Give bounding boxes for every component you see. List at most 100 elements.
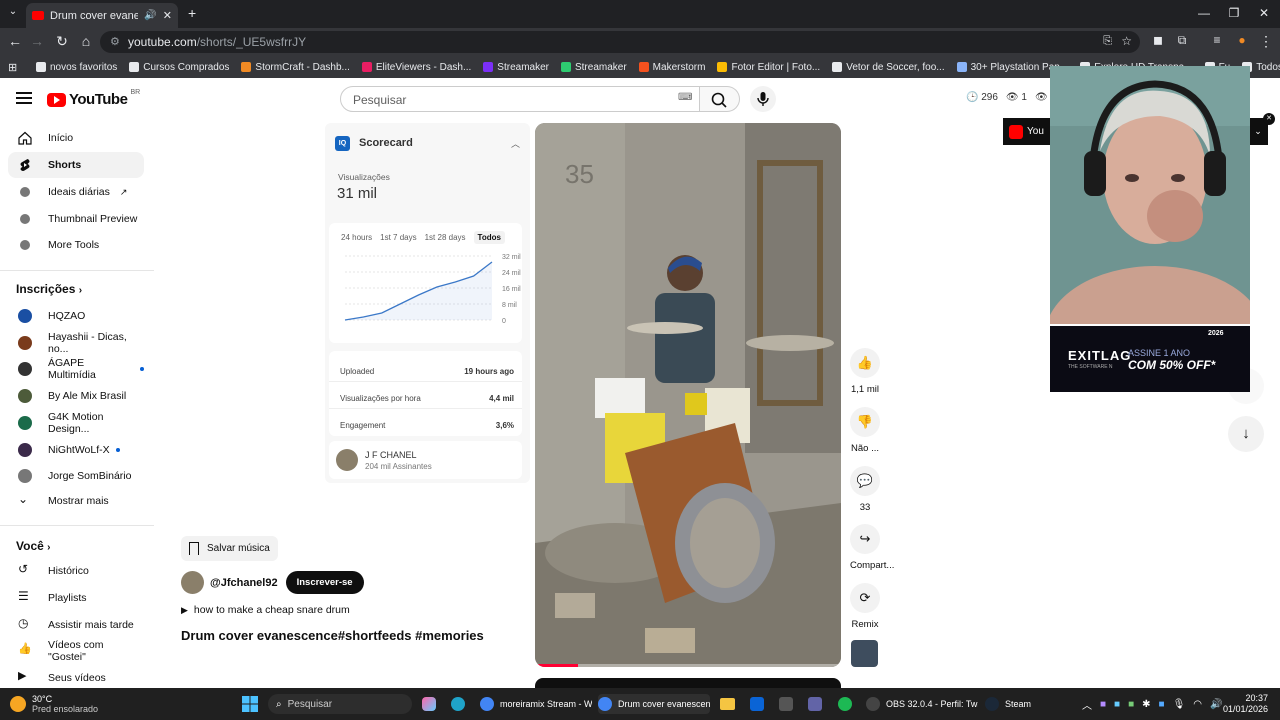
collapse-icon[interactable]: ︿: [511, 137, 520, 150]
sidebar-item-your-videos[interactable]: ▶ Seus vídeos: [8, 665, 144, 688]
site-info-icon[interactable]: ⚙: [110, 35, 120, 48]
tab-close-icon[interactable]: ✕: [163, 9, 172, 22]
sidebar-item-home[interactable]: Início: [8, 125, 144, 151]
bookmark-item[interactable]: Fotor Editor | Foto...: [717, 62, 820, 73]
browser-menu-icon[interactable]: ⋮: [1254, 33, 1278, 50]
weather-widget[interactable]: 30°C Pred ensolarado: [10, 694, 98, 714]
channel-avatar[interactable]: [181, 571, 204, 594]
sidebar-item-playlists[interactable]: ☰ Playlists: [8, 585, 144, 611]
home-icon[interactable]: ⌂: [74, 33, 98, 49]
range-tab[interactable]: 1st 28 days: [425, 233, 466, 244]
video-progress-track[interactable]: [535, 664, 841, 667]
browser-tab[interactable]: Drum cover evanescence#s 🔊 ✕: [26, 3, 178, 28]
extensions-puzzle-icon[interactable]: ⧉: [1170, 33, 1194, 48]
subscription-item[interactable]: Hayashii - Dicas, no...: [8, 330, 144, 356]
edge-icon[interactable]: [451, 694, 465, 714]
bookmark-item[interactable]: StormCraft - Dashb...: [241, 62, 350, 73]
save-music-button[interactable]: Salvar música: [181, 536, 278, 561]
extension-icon[interactable]: ◼: [1146, 33, 1170, 47]
teams-icon[interactable]: [808, 694, 822, 714]
tray-app-icon[interactable]: ■: [1128, 699, 1134, 710]
like-button[interactable]: 👍 1,1 mil: [850, 348, 880, 395]
back-icon[interactable]: ←: [3, 33, 27, 49]
sidebar-item-liked[interactable]: 👍 Vídeos com "Gostei": [8, 638, 144, 664]
sidebar-item-shorts[interactable]: Shorts: [8, 152, 144, 178]
file-explorer-icon[interactable]: [720, 694, 735, 714]
profile-avatar[interactable]: ●: [1230, 33, 1254, 47]
tab-audio-icon[interactable]: 🔊: [144, 10, 156, 21]
taskbar-app[interactable]: Steam: [985, 694, 1035, 714]
keyboard-icon[interactable]: ⌨: [678, 92, 692, 103]
subscription-item[interactable]: NiGhtWoLf-X: [8, 437, 144, 463]
sidebar-item-ideas[interactable]: Ideais diárias ↗: [8, 179, 144, 205]
media-control-icon[interactable]: ≡: [1205, 33, 1229, 47]
subscription-item[interactable]: HQZAO: [8, 303, 144, 329]
range-tab[interactable]: Todos: [473, 231, 505, 244]
subscribe-button[interactable]: Inscrever-se: [285, 571, 364, 594]
sidebar-item-history[interactable]: ↺ Histórico: [8, 558, 144, 584]
shorts-video-player[interactable]: 35: [535, 123, 841, 667]
tray-overflow-icon[interactable]: ︿: [1082, 694, 1092, 714]
subscriptions-heading[interactable]: Inscrições ›: [16, 282, 82, 296]
share-button[interactable]: ↪ Compart...: [850, 524, 894, 571]
install-app-icon[interactable]: ⎘: [1103, 35, 1112, 48]
youtube-logo[interactable]: YouTube BR: [47, 89, 140, 108]
range-tab[interactable]: 24 hours: [341, 233, 372, 244]
wifi-icon[interactable]: ◠: [1193, 699, 1202, 710]
dislike-button[interactable]: 👎 Não ...: [850, 407, 880, 454]
subscription-item[interactable]: ÁGAPE Multimídia: [8, 356, 144, 382]
bookmark-star-icon[interactable]: ☆: [1121, 34, 1132, 48]
minimize-icon[interactable]: —: [1194, 6, 1214, 20]
channel-handle[interactable]: @Jfchanel92: [210, 577, 278, 589]
taskbar-search[interactable]: ⌕ Pesquisar: [268, 694, 412, 714]
subscription-item[interactable]: Jorge SomBinário: [8, 463, 144, 489]
start-button[interactable]: [242, 694, 258, 714]
tray-app-icon[interactable]: ■: [1159, 699, 1165, 710]
tray-app-icon[interactable]: ■: [1114, 699, 1120, 710]
restore-icon[interactable]: ❐: [1224, 6, 1244, 20]
taskbar-app[interactable]: OBS 32.0.4 - Perfil: Twitc: [866, 694, 978, 714]
bookmark-item[interactable]: Vetor de Soccer, foo...: [832, 62, 945, 73]
search-input[interactable]: Pesquisar: [340, 86, 700, 112]
spotify-icon[interactable]: [838, 694, 852, 714]
overlay-close-icon[interactable]: ✕: [1263, 113, 1275, 125]
overlay-chip[interactable]: You: [1003, 118, 1051, 145]
address-bar[interactable]: ⚙ youtube.com/shorts/_UE5wsfrrJY ⎘ ☆: [100, 31, 1140, 53]
copilot-icon[interactable]: [422, 694, 436, 714]
taskbar-app[interactable]: Drum cover evanescenc: [598, 694, 710, 714]
microphone-icon[interactable]: 🎙: [1173, 699, 1186, 710]
sound-avatar[interactable]: [851, 640, 878, 667]
store-icon[interactable]: [779, 694, 793, 714]
subscription-item[interactable]: By Ale Mix Brasil: [8, 383, 144, 409]
bug-icon[interactable]: ✱: [1142, 699, 1150, 710]
bookmark-item[interactable]: Streamaker: [483, 62, 549, 73]
forward-icon[interactable]: →: [25, 33, 49, 49]
sidebar-item-watch-later[interactable]: ◷ Assistir mais tarde: [8, 612, 144, 638]
tab-search-icon[interactable]: ⌄: [6, 6, 20, 20]
bookmark-item[interactable]: novos favoritos: [36, 62, 117, 73]
you-heading[interactable]: Você ›: [16, 539, 50, 553]
close-window-icon[interactable]: ✕: [1254, 6, 1274, 20]
bookmark-item[interactable]: Makerstorm: [638, 62, 705, 73]
range-tab[interactable]: 1st 7 days: [380, 233, 416, 244]
menu-icon[interactable]: [16, 92, 32, 104]
remix-button[interactable]: ⟳ Remix: [850, 583, 880, 630]
related-video-link[interactable]: how to make a cheap snare drum: [194, 604, 350, 616]
clock[interactable]: 20:37 01/01/2026: [1210, 693, 1268, 715]
outlook-icon[interactable]: [750, 694, 764, 714]
taskbar-app[interactable]: moreiramix Stream - Wa: [480, 694, 592, 714]
next-short-button[interactable]: ↓: [1228, 416, 1264, 452]
search-button[interactable]: [700, 86, 740, 112]
reload-icon[interactable]: ↻: [50, 33, 74, 50]
apps-grid-icon[interactable]: ⊞: [8, 61, 17, 74]
bookmark-item[interactable]: Streamaker: [560, 62, 627, 73]
voice-search-button[interactable]: [750, 86, 776, 112]
new-tab-button[interactable]: +: [188, 5, 196, 21]
bookmark-item[interactable]: EliteViewers - Dash...: [361, 62, 471, 73]
sidebar-item-thumbnail-preview[interactable]: Thumbnail Preview: [8, 206, 144, 232]
bookmark-item[interactable]: Cursos Comprados: [129, 62, 229, 73]
subscription-item[interactable]: G4K Motion Design...: [8, 410, 144, 436]
comment-button[interactable]: 💬 33: [850, 466, 880, 513]
tray-app-icon[interactable]: ■: [1100, 699, 1106, 710]
show-more-button[interactable]: ⌄ Mostrar mais: [8, 488, 144, 514]
